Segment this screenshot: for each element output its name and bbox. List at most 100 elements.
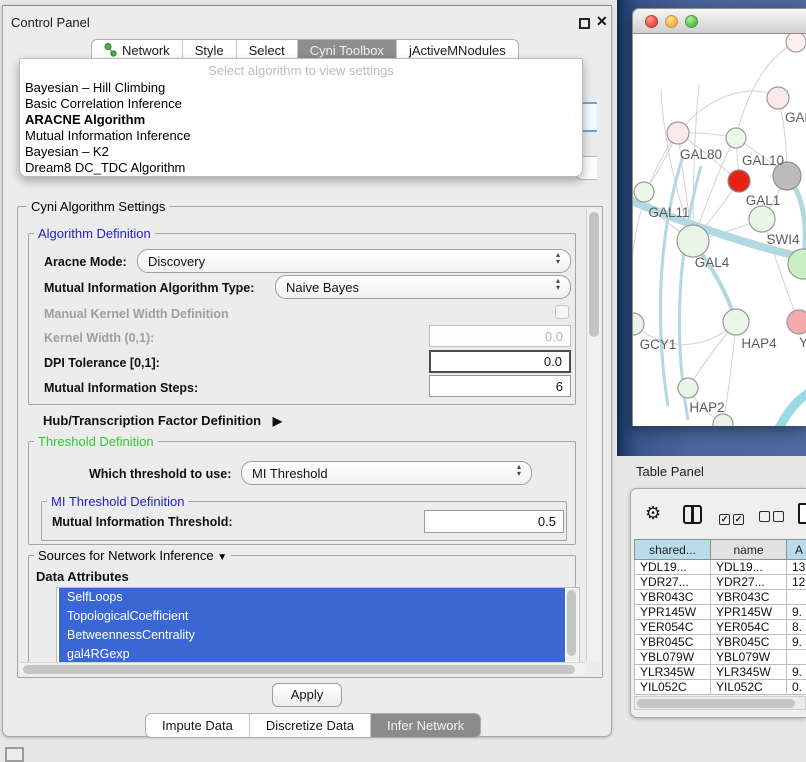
data-attributes-list: SelfLoops TopologicalCoefficient Between… — [56, 587, 580, 663]
column-header-shared[interactable]: shared... — [635, 540, 711, 560]
node-label: GAL1 — [746, 193, 781, 208]
scrollbar-thumb[interactable] — [567, 590, 576, 656]
apply-button[interactable]: Apply — [272, 683, 342, 707]
aracne-mode-combo[interactable]: Discovery ▴▾ — [137, 249, 571, 273]
kernel-width-field[interactable]: 0.0 — [429, 325, 571, 347]
node-gal80[interactable] — [667, 122, 689, 144]
manual-kernel-checkbox[interactable] — [555, 305, 569, 319]
algorithm-option[interactable]: Bayesian – K2 — [25, 144, 109, 159]
algorithm-prompt: Select algorithm to view settings — [20, 63, 582, 78]
mi-steps-field[interactable]: 6 — [429, 375, 571, 397]
node[interactable] — [786, 34, 806, 52]
table-row[interactable]: YER054CYER054C8. — [635, 620, 806, 635]
column-header-name[interactable]: name — [711, 540, 787, 560]
table-header-row: shared... name A — [635, 540, 806, 560]
attribute-item[interactable]: BetweennessCentrality — [59, 626, 565, 645]
network-window-titlebar[interactable] — [632, 8, 806, 34]
close-icon[interactable]: ✕ — [596, 13, 608, 30]
node-gal4[interactable] — [677, 225, 709, 257]
algorithm-option[interactable]: Dream8 DC_TDC Algorithm — [25, 160, 185, 175]
attributes-scrollbar[interactable] — [566, 589, 578, 661]
split-columns-icon[interactable] — [683, 505, 702, 524]
node-pink-right[interactable] — [787, 310, 806, 334]
table-panel-title: Table Panel — [636, 464, 704, 479]
which-threshold-combo[interactable]: MI Threshold ▴▾ — [241, 461, 532, 485]
dpi-tolerance-field[interactable]: 0.0 — [429, 350, 571, 373]
mi-threshold-def-title: MI Threshold Definition — [47, 494, 188, 509]
node-label: SWI4 — [766, 232, 799, 247]
unchecked-columns-icon[interactable] — [759, 509, 787, 527]
table-row[interactable]: YBR043CYBR043C — [635, 590, 806, 605]
control-panel-title: Control Panel — [11, 15, 90, 30]
collapsed-panel-icon[interactable] — [5, 747, 24, 762]
node-swi4[interactable] — [749, 206, 775, 232]
gear-icon[interactable]: ⚙ — [645, 503, 661, 524]
algorithm-option[interactable]: Mutual Information Inference — [25, 128, 190, 143]
table-panel-window: ⚙ ✓✓ shared... name A YDL19...YDL19...13… — [630, 488, 806, 718]
settings-vertical-scrollbar[interactable] — [586, 209, 600, 661]
algorithm-option-selected[interactable]: ARACNE Algorithm — [25, 112, 145, 127]
algorithm-definition-fieldset: Aracne Mode: Discovery ▴▾ Mutual Informa… — [28, 233, 576, 405]
attribute-item[interactable]: gal4RGexp — [59, 645, 565, 663]
hub-definition-toggle[interactable]: Hub/Transcription Factor Definition ▶ — [43, 413, 282, 428]
cyni-settings-panel: Algorithm Definition Aracne Mode: Discov… — [17, 206, 603, 678]
node-label: GAL11 — [648, 205, 689, 220]
table-row[interactable]: YPR145WYPR145W9. — [635, 605, 806, 620]
scrollbar-thumb[interactable] — [23, 665, 575, 674]
network-canvas[interactable]: GAL80 GAL10 GAL1 GAL11 GAL4 SWI4 GCY1 HA… — [632, 34, 806, 426]
node-label: GAL80 — [680, 147, 722, 162]
zoom-traffic-light[interactable] — [685, 15, 698, 28]
network-graph: GAL80 GAL10 GAL1 GAL11 GAL4 SWI4 GCY1 HA… — [633, 34, 806, 426]
collapse-right-icon: ▶ — [273, 414, 282, 428]
column-header-partial[interactable]: A — [787, 540, 806, 560]
minimize-traffic-light[interactable] — [665, 15, 678, 28]
mi-threshold-field[interactable]: 0.5 — [424, 510, 564, 533]
control-panel-window: Control Panel ✕ Network Style Select Cyn… — [2, 5, 612, 737]
spinner-arrows-icon: ▴▾ — [556, 251, 560, 265]
table-row[interactable]: YBR045CYBR045C9. — [635, 635, 806, 650]
spinner-arrows-icon: ▴▾ — [517, 463, 521, 477]
settings-horizontal-scrollbar[interactable] — [20, 662, 585, 675]
application-background: Control Panel ✕ Network Style Select Cyn… — [0, 0, 806, 762]
mi-type-combo[interactable]: Naive Bayes ▴▾ — [275, 275, 571, 299]
aracne-mode-label: Aracne Mode: — [44, 255, 127, 269]
table-row[interactable]: YDR27...YDR27...12 — [635, 575, 806, 590]
table-horizontal-scrollbar[interactable] — [634, 696, 806, 710]
attribute-item[interactable]: TopologicalCoefficient — [59, 607, 565, 626]
close-traffic-light[interactable] — [645, 15, 658, 28]
table-row[interactable]: YLR345WYLR345W9. — [635, 665, 806, 680]
settings-panel-title: Cyni Algorithm Settings — [27, 199, 169, 214]
node-gal-partial[interactable] — [767, 87, 789, 109]
node-label: GAL10 — [742, 153, 784, 168]
scrollbar-thumb[interactable] — [637, 699, 795, 708]
tab-discretize-data[interactable]: Discretize Data — [250, 714, 371, 737]
table-row[interactable]: YBL079WYBL079W — [635, 650, 806, 665]
node-hap2[interactable] — [678, 378, 698, 398]
checked-columns-icon[interactable]: ✓✓ — [719, 509, 747, 527]
node-gal10[interactable] — [726, 128, 746, 148]
algorithm-option[interactable]: Bayesian – Hill Climbing — [25, 80, 165, 95]
sources-title[interactable]: Sources for Network Inference ▼ — [34, 548, 231, 563]
table-row[interactable]: YIL052CYIL052C0. — [635, 680, 806, 695]
float-window-icon[interactable] — [579, 18, 590, 29]
scrollbar-thumb[interactable] — [589, 212, 599, 337]
collapse-down-icon: ▼ — [217, 552, 227, 563]
threshold-fieldset: Which threshold to use: MI Threshold ▴▾ … — [28, 441, 576, 545]
attribute-item[interactable]: SelfLoops — [59, 588, 565, 607]
mi-type-label: Mutual Information Algorithm Type: — [44, 281, 254, 295]
which-threshold-label: Which threshold to use: — [89, 467, 231, 481]
tab-infer-network[interactable]: Infer Network — [371, 714, 480, 737]
node-gal11[interactable] — [634, 182, 654, 202]
algorithm-option[interactable]: Basic Correlation Inference — [25, 96, 182, 111]
threshold-definition-title: Threshold Definition — [34, 434, 158, 449]
tab-impute-data[interactable]: Impute Data — [146, 714, 250, 737]
node-bottom-partial[interactable] — [713, 414, 733, 426]
node-gal1-selected[interactable] — [728, 170, 750, 192]
manual-kernel-label: Manual Kernel Width Definition — [44, 307, 229, 321]
dpi-tolerance-label: DPI Tolerance [0,1]: — [44, 356, 160, 370]
table-row[interactable]: YDL19...YDL19...13 — [635, 560, 806, 575]
bottom-tabbar: Impute Data Discretize Data Infer Networ… — [145, 713, 481, 738]
node-label: GCY1 — [640, 337, 677, 352]
document-icon[interactable] — [798, 503, 806, 524]
node-hap4[interactable] — [723, 309, 749, 335]
